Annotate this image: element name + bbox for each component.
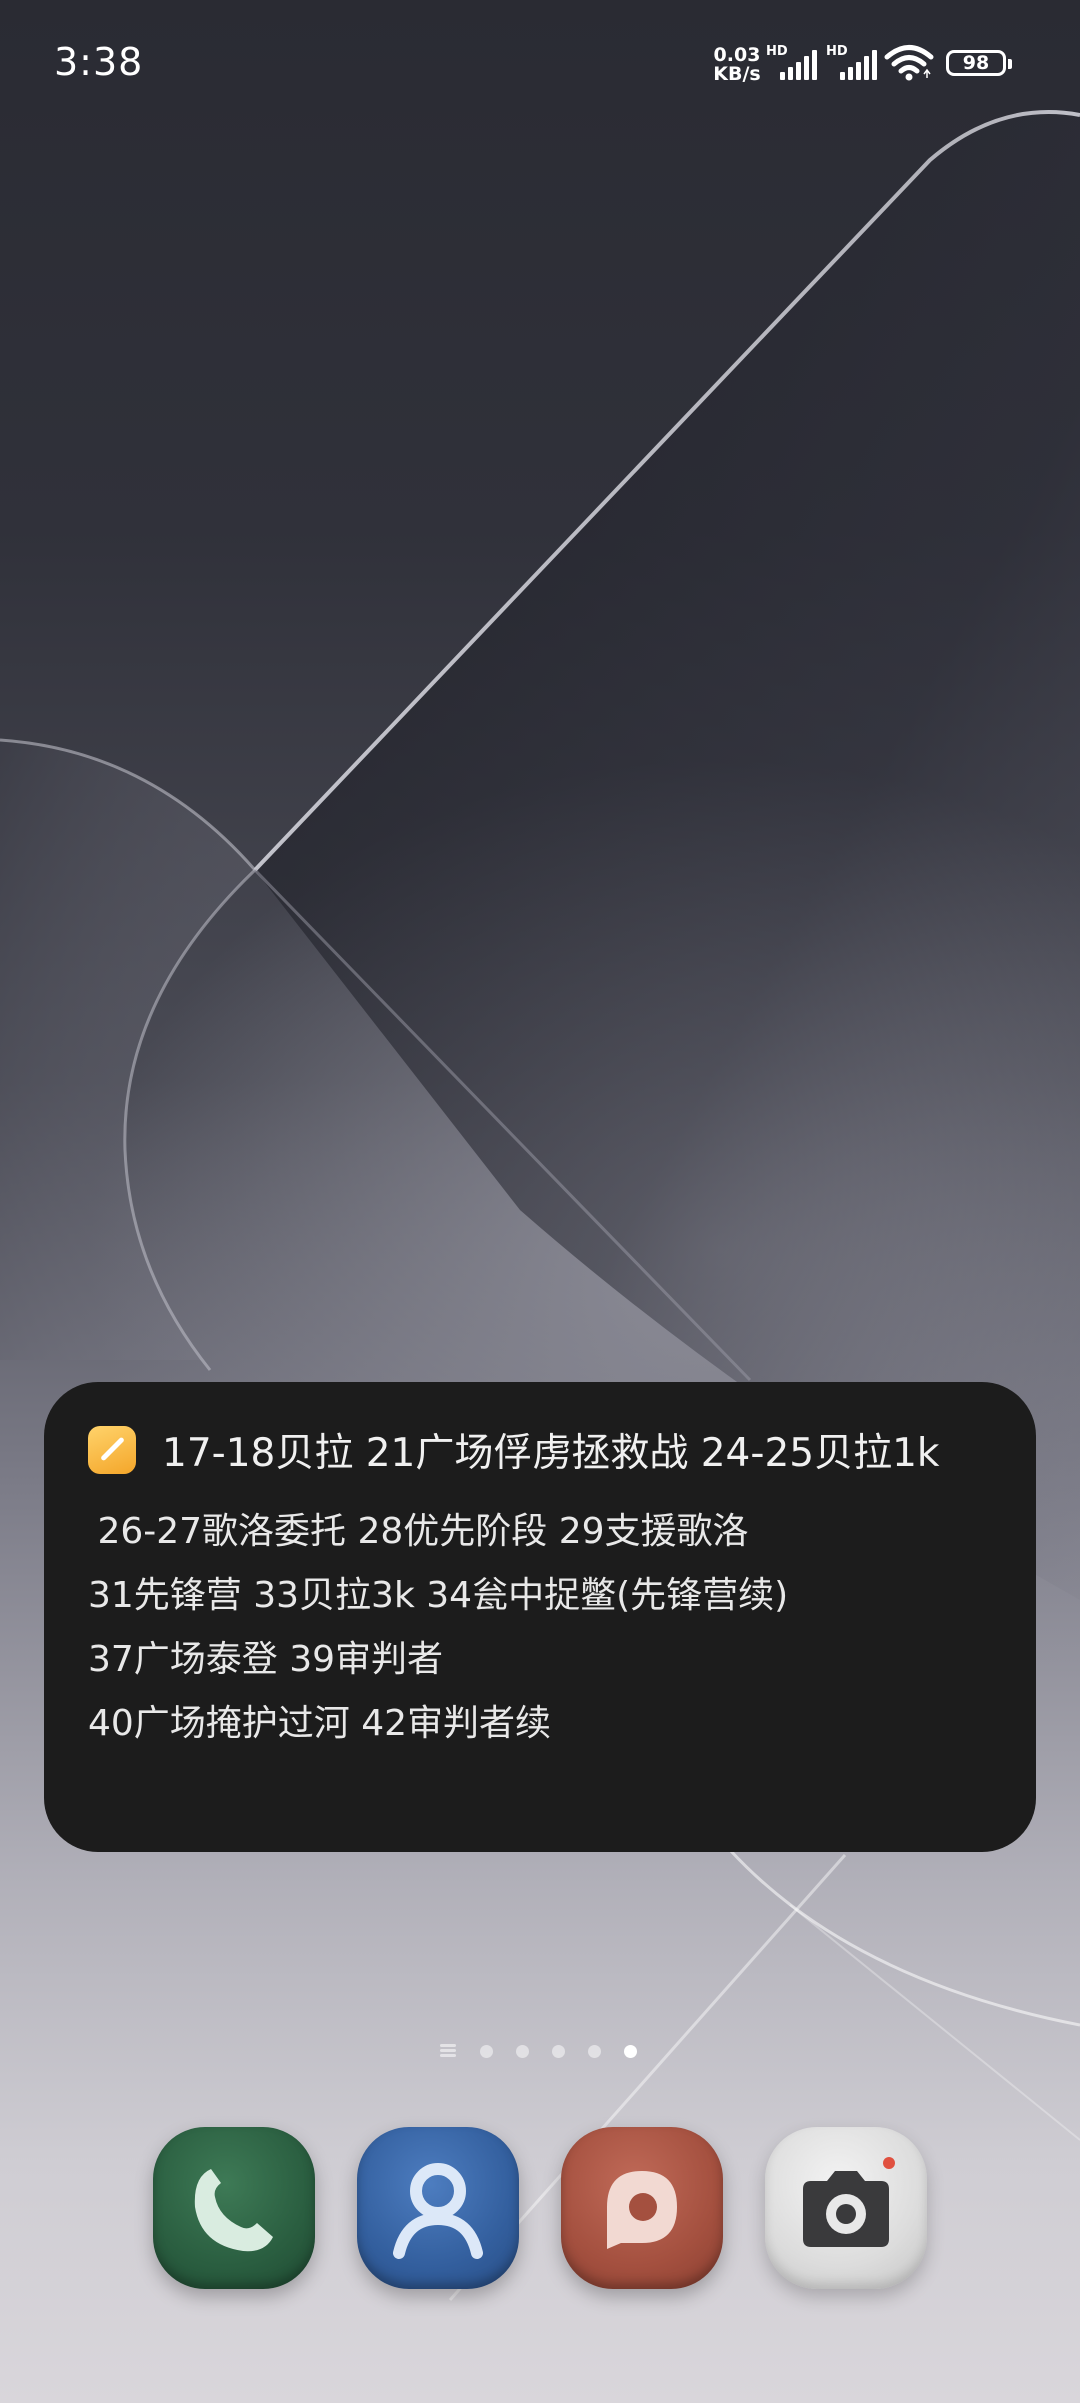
wifi-icon [884,45,934,81]
note-line-1: 17-18贝拉 21广场俘虏拯救战 24-25贝拉1k [162,1431,940,1476]
page-dot-1[interactable] [480,2045,493,2058]
camera-icon [803,2157,895,2247]
signal-icon: HD [826,44,877,80]
page-dot-4[interactable] [588,2045,601,2058]
network-speed-unit: KB/s [713,63,761,85]
sim2-hd-label: HD [826,44,848,59]
contacts-app-button[interactable] [357,2127,519,2289]
phone-app-button[interactable] [153,2127,315,2289]
notes-widget[interactable]: 17-18贝拉 21广场俘虏拯救战 24-25贝拉1k 26-27歌洛委托 28… [44,1382,1036,1852]
battery-icon: 98 [946,50,1012,76]
note-line-2: 26-27歌洛委托 28优先阶段 29支援歌洛 [86,1511,749,1552]
note-line-4: 37广场泰登 39审判者 [88,1639,444,1680]
messages-app-button[interactable] [561,2127,723,2289]
battery-level: 98 [962,52,990,74]
page-dot-5-active[interactable] [624,2045,637,2058]
contacts-icon [393,2163,483,2259]
page-dot-2[interactable] [516,2045,529,2058]
page-dot-3[interactable] [552,2045,565,2058]
network-speed: 0.03 KB/s [712,46,762,84]
page-indicator[interactable] [440,2040,640,2064]
camera-app-button[interactable] [765,2127,927,2289]
signal-icon: HD [766,44,817,80]
note-line-3: 31先锋营 33贝拉3k 34瓮中捉鳖(先锋营续) [88,1575,789,1616]
status-clock: 3:38 [54,40,144,84]
status-bar: 3:38 0.03 KB/s HD HD 98 [0,0,1080,120]
messages-icon [607,2171,677,2249]
notes-app-icon [88,1426,136,1474]
sim1-hd-label: HD [766,44,788,59]
page-list-icon[interactable] [440,2044,456,2058]
note-line-5: 40广场掩护过河 42审判者续 [88,1703,552,1744]
phone-icon [194,2169,273,2252]
